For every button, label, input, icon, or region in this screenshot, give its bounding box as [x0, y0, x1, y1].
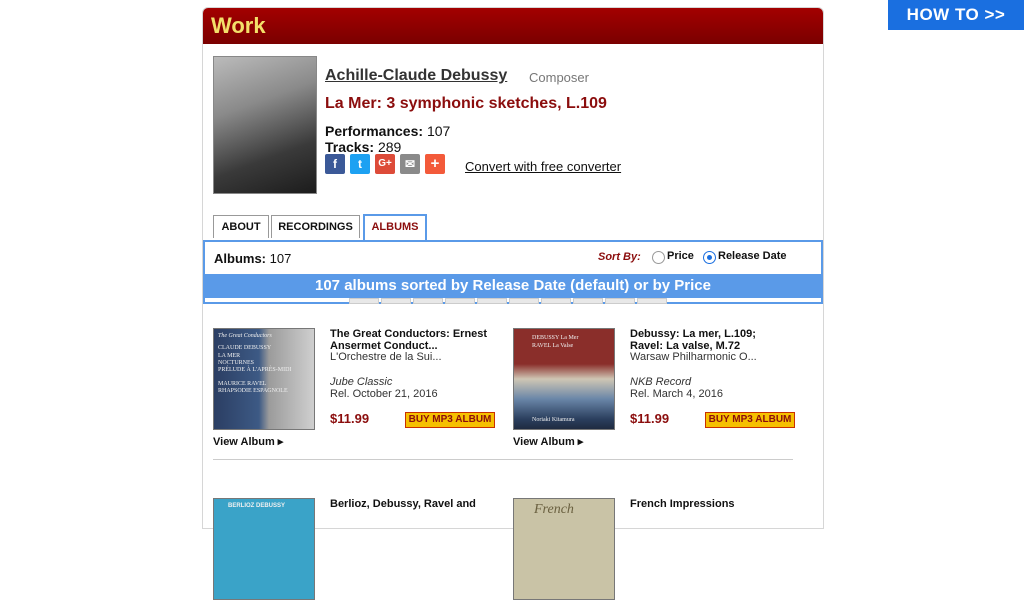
album-cover[interactable]: French — [513, 498, 615, 600]
cover-text: RAVEL La Valse — [532, 343, 574, 349]
cover-text: CLAUDE DEBUSSY — [218, 345, 272, 351]
performances-stat: Performances: 107 — [325, 123, 450, 139]
sort-by-label: Sort By: — [598, 251, 641, 263]
album-release-date: Rel. October 21, 2016 — [330, 388, 438, 400]
albums-label: Albums: — [214, 251, 266, 266]
cover-text: MAURICE RAVEL — [218, 381, 267, 387]
pager-item[interactable] — [637, 298, 667, 304]
facebook-icon[interactable]: f — [325, 154, 345, 174]
twitter-icon[interactable]: t — [350, 154, 370, 174]
composer-link[interactable]: Achille-Claude Debussy — [325, 67, 507, 85]
pager-item[interactable] — [541, 298, 571, 304]
album-cover[interactable]: BERLIOZ DEBUSSY — [213, 498, 315, 600]
buy-mp3-album-button[interactable]: BUY MP3 ALBUM — [705, 412, 795, 428]
convert-link[interactable]: Convert with free converter — [465, 159, 621, 174]
cover-text: NOCTURNES — [218, 360, 255, 366]
sort-info-banner: 107 albums sorted by Release Date (defau… — [205, 274, 821, 298]
album-performer: L'Orchestre de la Sui... — [330, 351, 442, 363]
how-to-button[interactable]: HOW TO >> — [888, 0, 1024, 30]
pager-item[interactable] — [605, 298, 635, 304]
panel-header: Work — [203, 8, 823, 44]
album-cover[interactable]: The Great Conductors CLAUDE DEBUSSY LA M… — [213, 328, 315, 430]
cover-text: Noriaki Kitamura — [532, 417, 575, 423]
album-title-line: The Great Conductors: Ernest — [330, 328, 488, 340]
pager-item[interactable] — [381, 298, 411, 304]
work-title: La Mer: 3 symphonic sketches, L.109 — [325, 95, 607, 112]
albums-count-value: 107 — [269, 251, 292, 266]
performances-label: Performances: — [325, 123, 424, 139]
cover-text: PRÉLUDE À L'APRÈS-MIDI — [218, 367, 292, 373]
pager-item[interactable] — [509, 298, 539, 304]
cover-text: The Great Conductors — [218, 333, 272, 339]
view-album-link[interactable]: View Album ▸ — [513, 435, 583, 448]
albums-header: Albums: 107 Sort By: Price Release Date … — [203, 240, 823, 304]
sort-price-radio[interactable] — [652, 251, 665, 264]
tracks-label: Tracks: — [325, 139, 375, 155]
view-album-link[interactable]: View Album ▸ — [213, 435, 283, 448]
tab-recordings[interactable]: RECORDINGS — [271, 215, 360, 238]
album-title[interactable]: French Impressions — [630, 498, 735, 510]
album-label: Jube Classic — [330, 376, 393, 388]
pager-item[interactable] — [477, 298, 507, 304]
performances-count: 107 — [426, 123, 451, 139]
cover-text: LA MER — [218, 353, 241, 359]
album-title[interactable]: Berlioz, Debussy, Ravel and — [330, 498, 476, 510]
sort-release-date-label[interactable]: Release Date — [718, 250, 787, 262]
album-title[interactable]: Debussy: La mer, L.109; Ravel: La valse,… — [630, 328, 756, 352]
tracks-stat: Tracks: 289 — [325, 139, 401, 155]
sort-release-date-radio[interactable] — [703, 251, 716, 264]
albums-count: Albums: 107 — [214, 251, 291, 266]
divider — [213, 459, 793, 460]
cover-text: French — [534, 502, 574, 517]
add-icon[interactable]: + — [425, 154, 445, 174]
work-panel: Work Achille-Claude Debussy Composer La … — [202, 7, 824, 600]
cover-text: DEBUSSY La Mer — [532, 335, 579, 341]
cover-text: RHAPSODIE ESPAGNOLE — [218, 388, 288, 394]
pager-item[interactable] — [413, 298, 443, 304]
email-icon[interactable]: ✉ — [400, 154, 420, 174]
pager-item[interactable] — [445, 298, 475, 304]
panel-title: Work — [211, 13, 266, 38]
google-plus-icon[interactable]: G+ — [375, 154, 395, 174]
pager-item[interactable] — [573, 298, 603, 304]
composer-role: Composer — [529, 70, 589, 85]
pager-item[interactable] — [349, 298, 379, 304]
tab-albums[interactable]: ALBUMS — [363, 214, 427, 242]
sort-price-label[interactable]: Price — [667, 250, 694, 262]
album-release-date: Rel. March 4, 2016 — [630, 388, 723, 400]
composer-portrait — [213, 56, 317, 194]
cover-text: BERLIOZ DEBUSSY — [228, 503, 286, 509]
tab-about[interactable]: ABOUT — [213, 215, 269, 238]
album-performer: Warsaw Philharmonic O... — [630, 351, 757, 363]
album-title-line: Debussy: La mer, L.109; — [630, 328, 756, 340]
buy-mp3-album-button[interactable]: BUY MP3 ALBUM — [405, 412, 495, 428]
album-cover[interactable]: DEBUSSY La Mer RAVEL La Valse Noriaki Ki… — [513, 328, 615, 430]
album-price: $11.99 — [330, 411, 370, 426]
tracks-count: 289 — [377, 139, 402, 155]
album-price: $11.99 — [630, 411, 670, 426]
album-title[interactable]: The Great Conductors: Ernest Ansermet Co… — [330, 328, 487, 352]
album-label: NKB Record — [630, 376, 692, 388]
